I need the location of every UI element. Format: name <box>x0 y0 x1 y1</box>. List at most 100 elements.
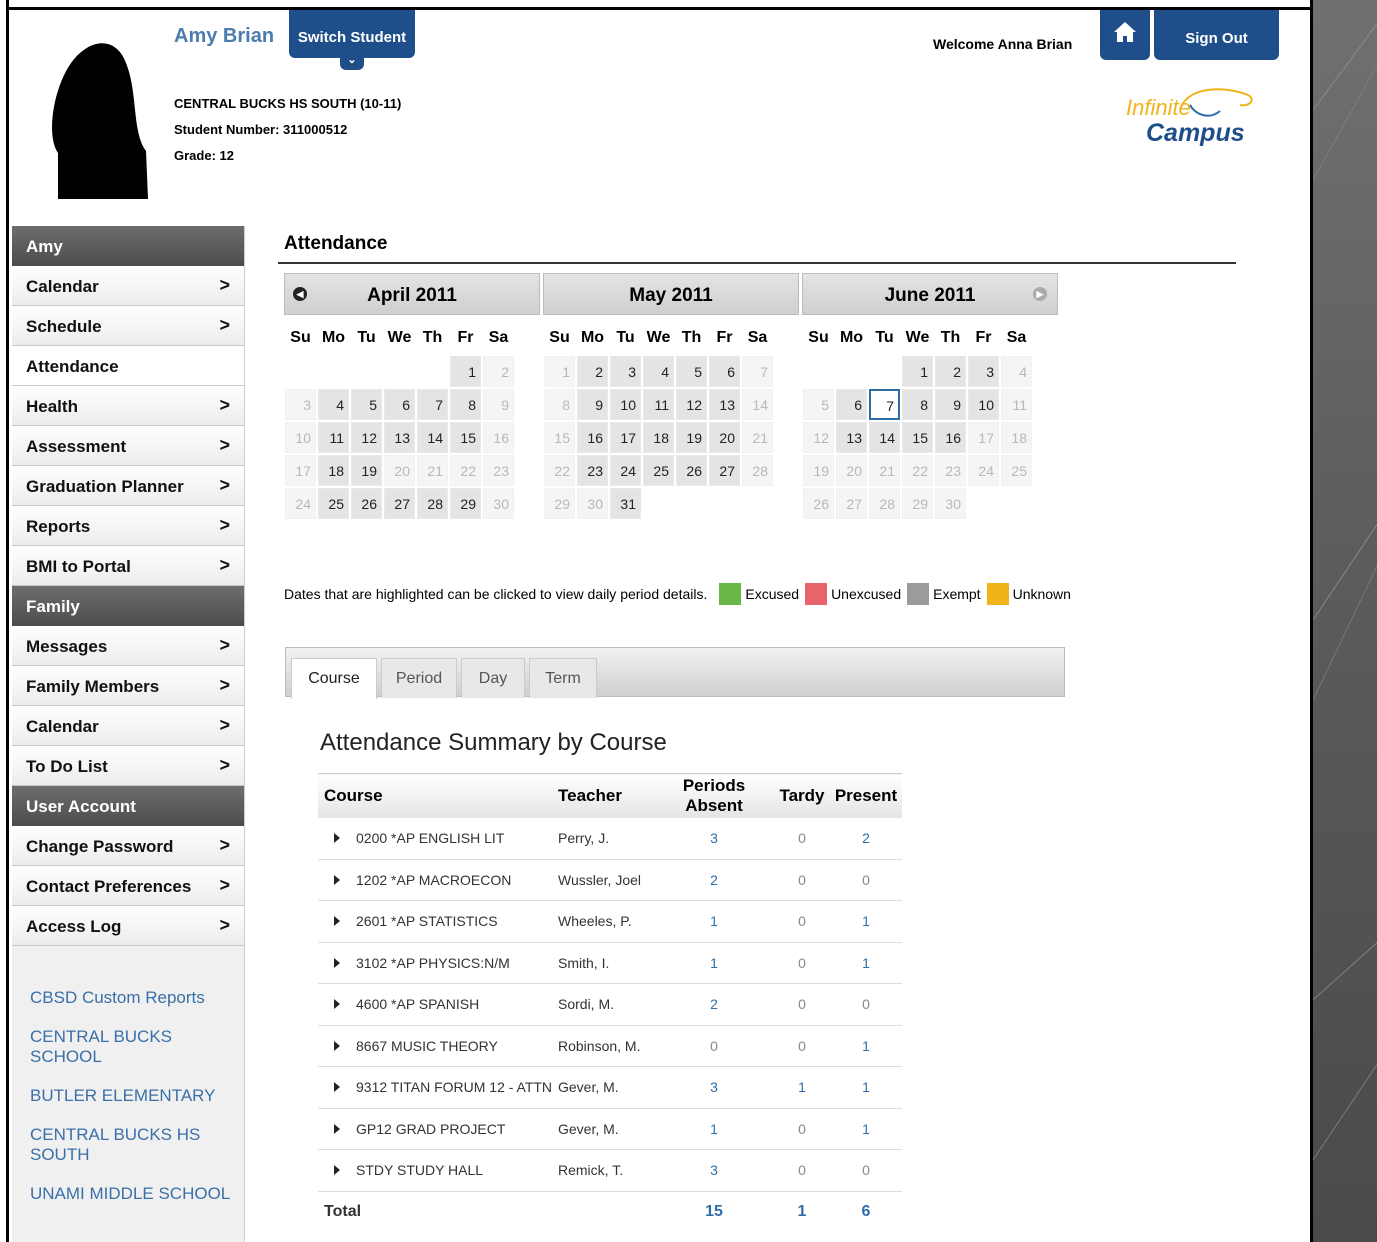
column-teacher[interactable]: Teacher <box>558 773 654 818</box>
calendar-day[interactable]: 27 <box>384 488 415 519</box>
calendar-day[interactable]: 9 <box>935 389 966 420</box>
sidebar-item-graduation-planner[interactable]: Graduation Planner > <box>12 466 244 506</box>
calendar-day-today[interactable]: 7 <box>869 389 900 420</box>
present-cell[interactable]: 1 <box>830 1025 902 1067</box>
calendar-day[interactable]: 18 <box>643 422 674 453</box>
course-cell[interactable]: 1202 *AP MACROECON <box>318 859 558 901</box>
calendar-day[interactable]: 18 <box>318 455 349 486</box>
previous-month-icon[interactable]: ◀ <box>293 287 307 301</box>
calendar-day[interactable]: 15 <box>450 422 481 453</box>
tab-day[interactable]: Day <box>461 658 525 698</box>
calendar-day[interactable]: 4 <box>643 356 674 387</box>
calendar-day[interactable]: 8 <box>450 389 481 420</box>
calendar-day[interactable]: 6 <box>836 389 867 420</box>
sidebar-item-bmi-to-portal[interactable]: BMI to Portal > <box>12 546 244 586</box>
calendar-day[interactable]: 1 <box>450 356 481 387</box>
link-central-bucks-school[interactable]: CENTRAL BUCKS SCHOOL <box>30 1027 240 1067</box>
sidebar-item-schedule[interactable]: Schedule > <box>12 306 244 346</box>
sidebar-item-assessment[interactable]: Assessment > <box>12 426 244 466</box>
calendar-day[interactable]: 14 <box>417 422 448 453</box>
course-cell[interactable]: 8667 MUSIC THEORY <box>318 1025 558 1067</box>
link-cbsd-custom-reports[interactable]: CBSD Custom Reports <box>30 988 240 1008</box>
calendar-day[interactable]: 1 <box>902 356 933 387</box>
expand-triangle-icon[interactable] <box>334 1165 340 1176</box>
present-cell[interactable]: 1 <box>830 1066 902 1109</box>
absent-cell[interactable]: 3 <box>654 817 774 860</box>
calendar-day[interactable]: 25 <box>643 455 674 486</box>
calendar-day[interactable]: 31 <box>610 488 641 519</box>
sidebar-item-calendar[interactable]: Calendar > <box>12 266 244 306</box>
calendar-day[interactable]: 16 <box>577 422 608 453</box>
course-cell[interactable]: 3102 *AP PHYSICS:N/M <box>318 942 558 984</box>
calendar-day[interactable]: 16 <box>935 422 966 453</box>
link-butler-elementary[interactable]: BUTLER ELEMENTARY <box>30 1086 240 1106</box>
calendar-day[interactable]: 6 <box>709 356 740 387</box>
calendar-day[interactable]: 10 <box>610 389 641 420</box>
calendar-day[interactable]: 2 <box>935 356 966 387</box>
sidebar-item-access-log[interactable]: Access Log > <box>12 906 244 946</box>
table-row[interactable]: 0200 *AP ENGLISH LIT Perry, J. 3 0 2 <box>318 817 902 860</box>
course-cell[interactable]: STDY STUDY HALL <box>318 1149 558 1192</box>
present-cell[interactable]: 1 <box>830 900 902 943</box>
absent-cell[interactable]: 3 <box>654 1149 774 1192</box>
sidebar-item-health[interactable]: Health > <box>12 386 244 426</box>
sidebar-item-to-do-list[interactable]: To Do List > <box>12 746 244 786</box>
expand-triangle-icon[interactable] <box>334 957 340 968</box>
course-cell[interactable]: GP12 GRAD PROJECT <box>318 1108 558 1150</box>
course-cell[interactable]: 0200 *AP ENGLISH LIT <box>318 817 558 860</box>
present-cell[interactable]: 2 <box>830 817 902 860</box>
calendar-day[interactable]: 12 <box>676 389 707 420</box>
expand-triangle-icon[interactable] <box>334 833 340 843</box>
calendar-day[interactable]: 10 <box>968 389 999 420</box>
column-course[interactable]: Course <box>318 773 558 818</box>
absent-cell[interactable]: 1 <box>654 900 774 943</box>
column-present[interactable]: Present <box>830 773 902 818</box>
calendar-day[interactable]: 13 <box>384 422 415 453</box>
table-row[interactable]: 8667 MUSIC THEORY Robinson, M. 0 0 1 <box>318 1025 902 1067</box>
calendar-day[interactable]: 11 <box>643 389 674 420</box>
column-tardy[interactable]: Tardy <box>774 773 830 818</box>
expand-triangle-icon[interactable] <box>334 916 340 927</box>
calendar-day[interactable]: 24 <box>610 455 641 486</box>
table-row[interactable]: 4600 *AP SPANISH Sordi, M. 2 0 0 <box>318 983 902 1026</box>
calendar-day[interactable]: 4 <box>318 389 349 420</box>
table-row[interactable]: 9312 TITAN FORUM 12 - ATTN Gever, M. 3 1 1 <box>318 1066 902 1109</box>
course-cell[interactable]: 4600 *AP SPANISH <box>318 983 558 1026</box>
sidebar-item-messages[interactable]: Messages > <box>12 626 244 666</box>
expand-triangle-icon[interactable] <box>334 1040 340 1051</box>
calendar-day[interactable]: 7 <box>417 389 448 420</box>
calendar-day[interactable]: 19 <box>676 422 707 453</box>
calendar-day[interactable]: 28 <box>417 488 448 519</box>
present-cell[interactable]: 1 <box>830 942 902 984</box>
tardy-cell[interactable]: 1 <box>774 1066 830 1109</box>
course-cell[interactable]: 2601 *AP STATISTICS <box>318 900 558 943</box>
calendar-day[interactable]: 13 <box>709 389 740 420</box>
expand-triangle-icon[interactable] <box>334 1082 340 1093</box>
calendar-day[interactable]: 12 <box>351 422 382 453</box>
calendar-day[interactable]: 19 <box>351 455 382 486</box>
absent-cell[interactable]: 2 <box>654 859 774 901</box>
home-button[interactable] <box>1100 10 1150 60</box>
table-row[interactable]: STDY STUDY HALL Remick, T. 3 0 0 <box>318 1149 902 1192</box>
link-central-bucks-hs-south[interactable]: CENTRAL BUCKS HS SOUTH <box>30 1125 240 1165</box>
switch-student-button[interactable]: Switch Student ⌄ <box>289 10 415 70</box>
calendar-day[interactable]: 20 <box>709 422 740 453</box>
calendar-day[interactable]: 6 <box>384 389 415 420</box>
calendar-day[interactable]: 8 <box>902 389 933 420</box>
sidebar-item-family-members[interactable]: Family Members > <box>12 666 244 706</box>
calendar-day[interactable]: 5 <box>351 389 382 420</box>
table-row[interactable]: 3102 *AP PHYSICS:N/M Smith, I. 1 0 1 <box>318 942 902 984</box>
calendar-day[interactable]: 26 <box>676 455 707 486</box>
sidebar-item-contact-preferences[interactable]: Contact Preferences > <box>12 866 244 906</box>
calendar-day[interactable]: 15 <box>902 422 933 453</box>
link-unami-middle-school[interactable]: UNAMI MIDDLE SCHOOL <box>30 1184 240 1204</box>
sidebar-item-change-password[interactable]: Change Password > <box>12 826 244 866</box>
expand-triangle-icon[interactable] <box>334 874 340 885</box>
calendar-day[interactable]: 3 <box>968 356 999 387</box>
calendar-day[interactable]: 14 <box>869 422 900 453</box>
calendar-day[interactable]: 23 <box>577 455 608 486</box>
absent-cell[interactable]: 1 <box>654 942 774 984</box>
tab-term[interactable]: Term <box>529 658 597 698</box>
calendar-day[interactable]: 29 <box>450 488 481 519</box>
table-row[interactable]: GP12 GRAD PROJECT Gever, M. 1 0 1 <box>318 1108 902 1150</box>
